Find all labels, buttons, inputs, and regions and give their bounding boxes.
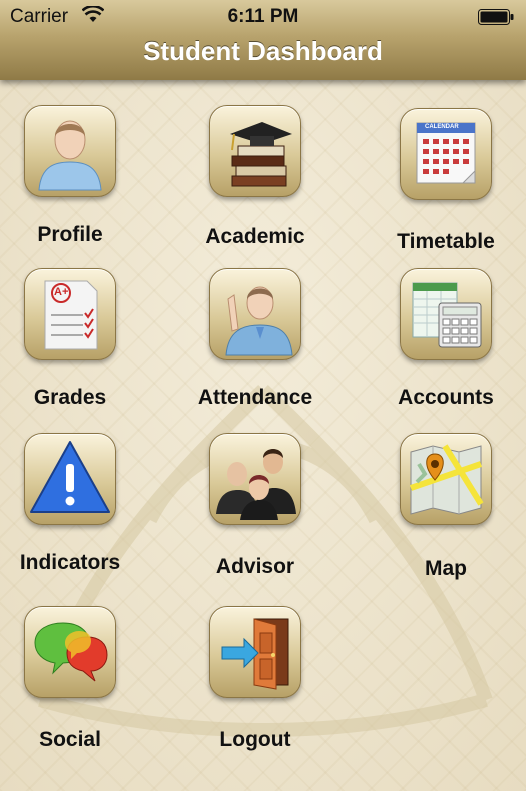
attendance-icon bbox=[225, 286, 293, 356]
tile-label: Accounts bbox=[398, 386, 494, 409]
tile-label: Map bbox=[425, 557, 467, 580]
status-time: 6:11 PM bbox=[227, 6, 299, 27]
calendar-icon bbox=[416, 122, 476, 184]
map-icon bbox=[410, 444, 484, 515]
logout-door-icon bbox=[221, 618, 289, 690]
page-title: Student Dashboard bbox=[143, 36, 383, 66]
tile-label: Indicators bbox=[19, 551, 121, 574]
grade-mark-text: A+ bbox=[54, 286, 69, 298]
logout-button[interactable] bbox=[209, 606, 301, 698]
timetable-button[interactable]: CALENDAR bbox=[400, 108, 492, 200]
warning-icon bbox=[30, 441, 110, 513]
attendance-button[interactable] bbox=[209, 268, 301, 360]
profile-button[interactable] bbox=[24, 105, 116, 197]
social-button[interactable] bbox=[24, 606, 116, 698]
tile-academic[interactable]: Academic bbox=[180, 105, 330, 265]
calendar-header-text: CALENDAR bbox=[425, 124, 459, 130]
tile-logout[interactable]: Logout bbox=[180, 606, 330, 766]
academic-button[interactable] bbox=[209, 105, 301, 197]
tile-map[interactable]: Map bbox=[371, 433, 521, 593]
profile-icon bbox=[38, 120, 102, 191]
tile-label: Attendance bbox=[197, 386, 313, 409]
tile-grades[interactable]: A+ Grades bbox=[0, 268, 145, 428]
tile-timetable[interactable]: CALENDAR Timetable bbox=[371, 108, 521, 268]
status-bar: Carrier 6:11 PM bbox=[0, 0, 526, 34]
tile-label: Social bbox=[39, 728, 101, 751]
indicators-button[interactable] bbox=[24, 433, 116, 525]
academic-icon bbox=[230, 122, 292, 187]
tile-label: Logout bbox=[219, 728, 291, 751]
grades-button[interactable]: A+ bbox=[24, 268, 116, 360]
accounts-button[interactable] bbox=[400, 268, 492, 360]
grades-icon bbox=[44, 280, 98, 350]
advisor-button[interactable] bbox=[209, 433, 301, 525]
accounts-icon bbox=[412, 282, 482, 348]
battery-icon bbox=[478, 9, 514, 25]
tile-label: Timetable bbox=[397, 230, 495, 253]
map-button[interactable] bbox=[400, 433, 492, 525]
tile-social[interactable]: Social bbox=[0, 606, 145, 766]
tile-label: Academic bbox=[205, 225, 305, 248]
tile-attendance[interactable]: Attendance bbox=[180, 268, 330, 428]
tile-advisor[interactable]: Advisor bbox=[180, 433, 330, 593]
advisor-icon bbox=[216, 449, 296, 520]
tile-label: Advisor bbox=[215, 555, 295, 578]
chat-bubbles-icon bbox=[34, 622, 108, 682]
tile-indicators[interactable]: Indicators bbox=[0, 433, 145, 593]
tile-accounts[interactable]: Accounts bbox=[371, 268, 521, 428]
tile-profile[interactable]: Profile bbox=[0, 105, 145, 265]
tile-label: Profile bbox=[37, 223, 103, 246]
tile-label: Grades bbox=[33, 386, 107, 409]
